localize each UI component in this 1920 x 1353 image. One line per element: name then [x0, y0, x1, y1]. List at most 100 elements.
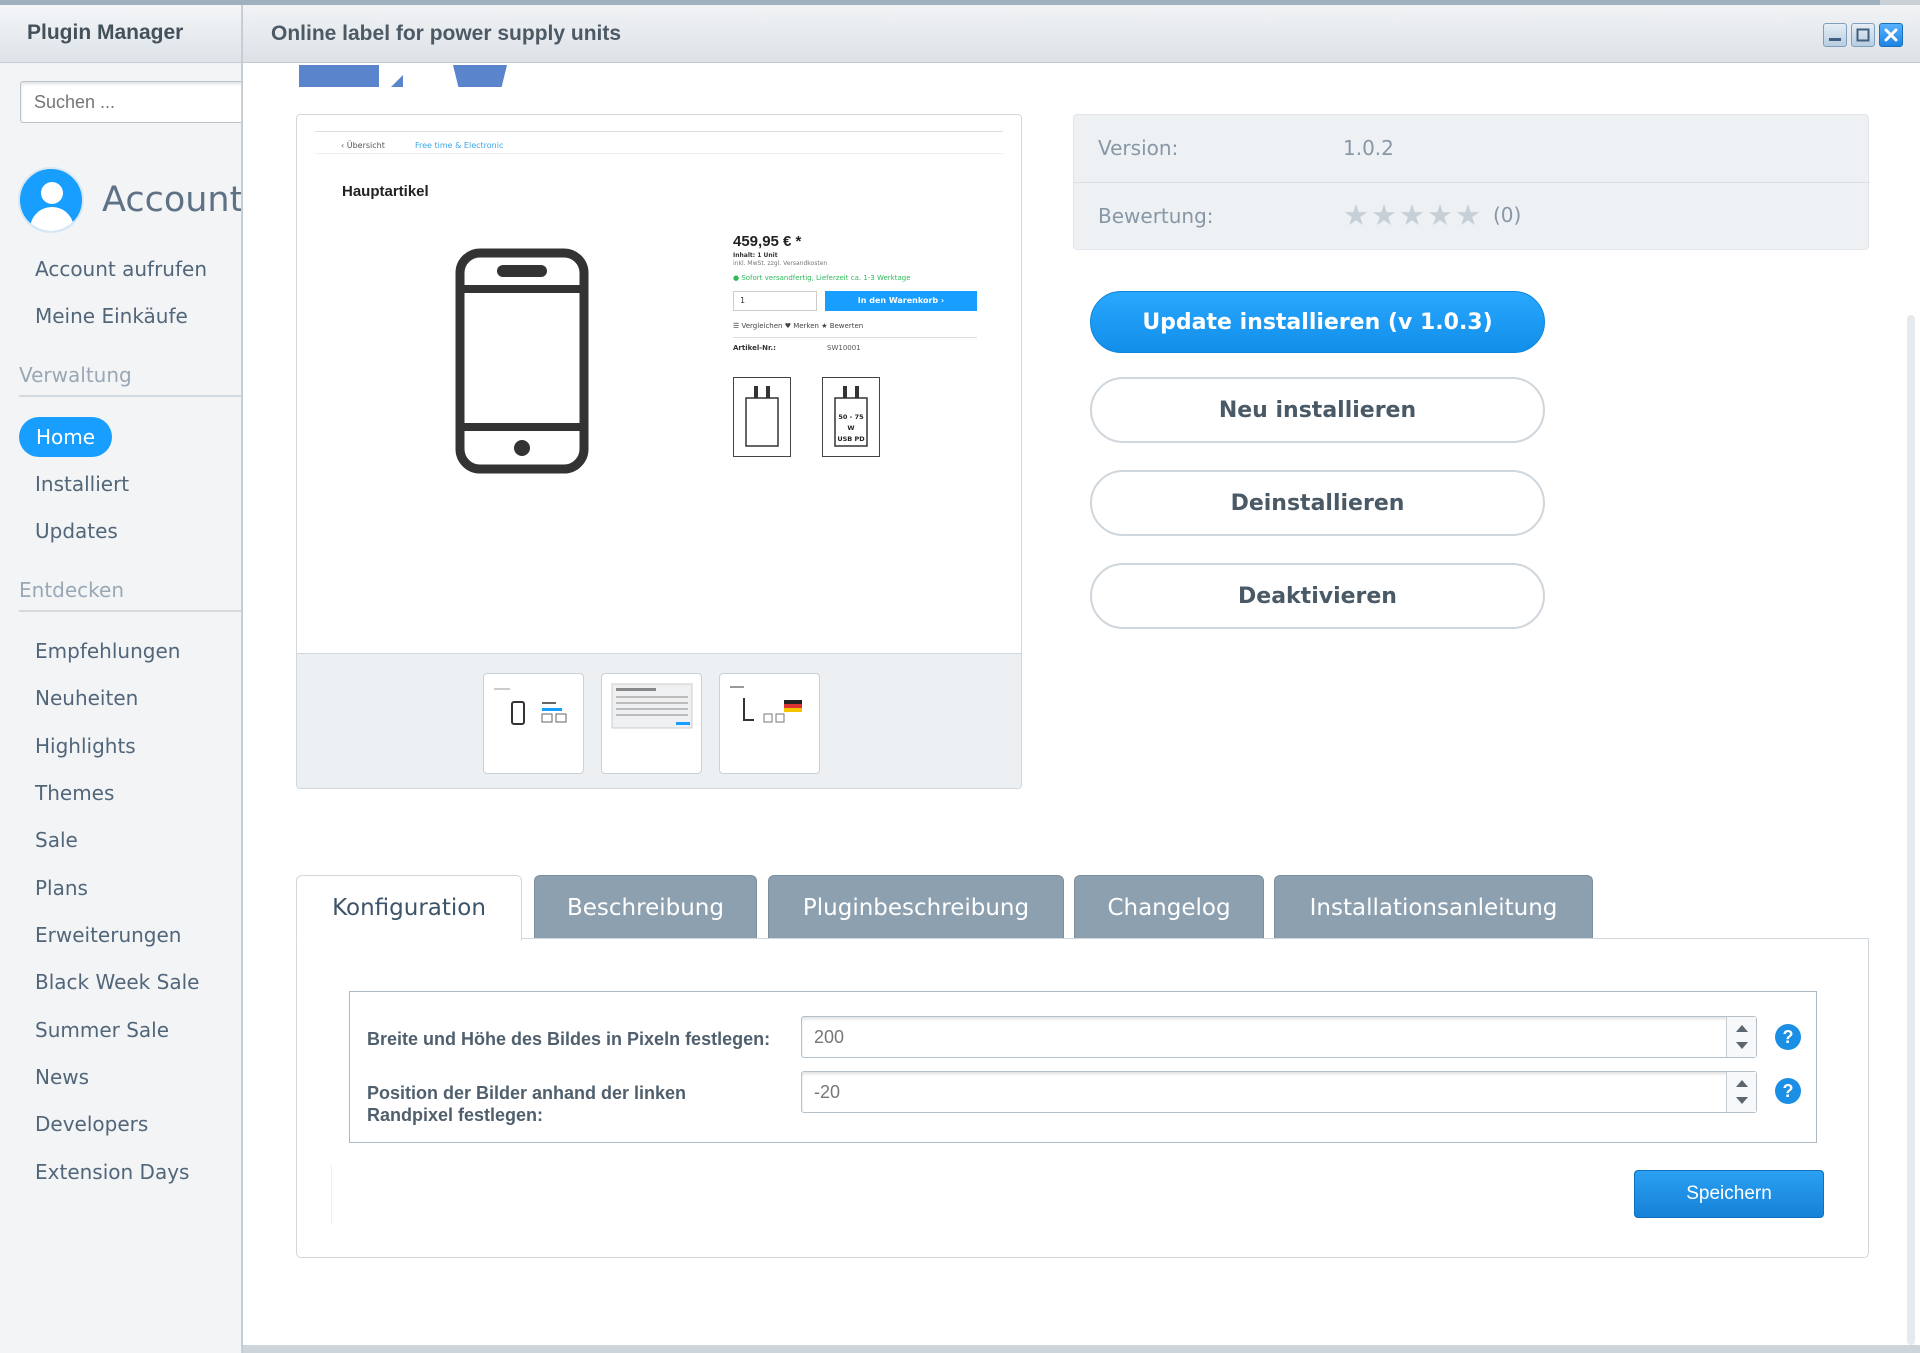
divider	[19, 610, 241, 612]
gallery-main-image[interactable]: ‹ Übersicht Free time & Electronic Haupt…	[297, 115, 1021, 653]
preview-delivery: ● Sofort versandfertig, Lieferzeit ca. 1…	[733, 274, 911, 282]
preview-breadcrumb: ‹ Übersicht	[341, 141, 385, 150]
nav-erweiterungen[interactable]: Erweiterungen	[35, 923, 181, 947]
nav-summer-sale[interactable]: Summer Sale	[35, 1018, 169, 1042]
preview-tax: inkl. MwSt. zzgl. Versandkosten	[733, 260, 828, 267]
nav-installiert[interactable]: Installiert	[35, 472, 129, 496]
nav-extension-days[interactable]: Extension Days	[35, 1160, 189, 1184]
account-title: Account	[102, 180, 242, 220]
divider	[19, 395, 241, 397]
nav-highlights[interactable]: Highlights	[35, 734, 136, 758]
maximize-icon	[1856, 28, 1870, 42]
star-icon: ★	[1427, 198, 1453, 232]
account-header[interactable]: Account	[18, 165, 242, 235]
star-icon: ★	[1455, 198, 1481, 232]
size-spinner[interactable]	[1726, 1017, 1756, 1057]
minimize-icon	[1829, 38, 1841, 41]
rating-count: (0)	[1493, 203, 1522, 227]
preview-cart-button: In den Warenkorb ›	[825, 291, 977, 311]
preview-price: 459,95 € *	[733, 233, 802, 250]
nav-developers[interactable]: Developers	[35, 1112, 148, 1136]
nav-meine-einkaeufe[interactable]: Meine Einkäufe	[35, 304, 188, 328]
tab-konfiguration[interactable]: Konfiguration	[296, 875, 522, 941]
nav-themes[interactable]: Themes	[35, 781, 114, 805]
nav-news[interactable]: News	[35, 1065, 89, 1089]
preview-article-label: Artikel-Nr.:	[733, 344, 776, 352]
thumbnail-1[interactable]	[483, 673, 584, 774]
nav-updates[interactable]: Updates	[35, 519, 118, 543]
version-label: Version:	[1098, 136, 1179, 160]
version-row: Version: 1.0.2	[1074, 115, 1870, 183]
rating-row: Bewertung: ★ ★ ★ ★ ★ (0)	[1074, 183, 1870, 251]
scrollbar[interactable]	[1907, 315, 1915, 1345]
rating-stars: ★ ★ ★ ★ ★ (0)	[1343, 200, 1521, 230]
help-icon[interactable]: ?	[1775, 1024, 1801, 1050]
section-entdecken: Entdecken	[19, 578, 124, 602]
search-input[interactable]	[20, 81, 241, 123]
thumbnail-2[interactable]	[601, 673, 702, 774]
help-icon[interactable]: ?	[1775, 1078, 1801, 1104]
header-image-fragment	[299, 65, 379, 87]
gallery-thumbnails	[297, 653, 1021, 788]
maximize-button[interactable]	[1851, 23, 1875, 47]
tab-pluginbeschreibung[interactable]: Pluginbeschreibung	[768, 875, 1064, 939]
charger-image	[733, 377, 791, 457]
thumbnail-image	[494, 688, 567, 725]
nav-neuheiten[interactable]: Neuheiten	[35, 686, 138, 710]
phone-icon	[455, 248, 589, 474]
star-icon: ★	[1399, 198, 1425, 232]
label-line3: USB PD	[837, 435, 865, 443]
nav-empfehlungen[interactable]: Empfehlungen	[35, 639, 180, 663]
tab-installationsanleitung[interactable]: Installationsanleitung	[1274, 875, 1593, 939]
nav-black-week-sale[interactable]: Black Week Sale	[35, 970, 199, 994]
preview-actions: ☰ Vergleichen ♥ Merken ★ Bewerten	[733, 322, 864, 330]
nav-sale[interactable]: Sale	[35, 828, 78, 852]
preview-content: Inhalt: 1 Unit	[733, 252, 778, 259]
save-button[interactable]: Speichern	[1634, 1170, 1824, 1218]
preview-breadcrumb-category: Free time & Electronic	[415, 141, 504, 150]
version-value: 1.0.2	[1343, 136, 1394, 160]
nav-account-aufrufen[interactable]: Account aufrufen	[35, 257, 207, 281]
avatar-icon	[18, 167, 84, 233]
plugin-info-panel: Version: 1.0.2 Bewertung: ★ ★ ★ ★ ★ (0)	[1073, 114, 1870, 251]
spin-down-icon[interactable]	[1736, 1042, 1748, 1049]
thumbnail-image	[730, 686, 802, 723]
spin-down-icon[interactable]	[1736, 1097, 1748, 1104]
close-button[interactable]	[1879, 23, 1903, 47]
header-image-fragment	[453, 65, 507, 87]
section-verwaltung: Verwaltung	[19, 363, 132, 387]
image-gallery: ‹ Übersicht Free time & Electronic Haupt…	[296, 114, 1022, 789]
field-position-label-line2: Randpixel festlegen:	[367, 1105, 544, 1125]
modal-title: Online label for power supply units	[271, 22, 622, 45]
position-spinner[interactable]	[1726, 1072, 1756, 1112]
size-input[interactable]	[802, 1017, 1712, 1057]
size-stepper[interactable]	[801, 1016, 1757, 1058]
header-image-fragment	[391, 75, 403, 87]
close-icon	[1884, 28, 1898, 42]
star-icon: ★	[1371, 198, 1397, 232]
plugin-detail-modal: Online label for power supply units ‹ Üb…	[242, 5, 1920, 1353]
sidebar-title: Plugin Manager	[0, 5, 241, 63]
preview-heading: Hauptartikel	[342, 183, 429, 200]
tab-beschreibung[interactable]: Beschreibung	[534, 875, 757, 939]
uninstall-button[interactable]: Deinstallieren	[1090, 470, 1545, 536]
tab-changelog[interactable]: Changelog	[1074, 875, 1264, 939]
field-size-label: Breite und Höhe des Bildes in Pixeln fes…	[367, 1029, 771, 1049]
bottom-strip	[243, 1345, 1920, 1353]
minimize-button[interactable]	[1823, 23, 1847, 47]
reinstall-button[interactable]: Neu installieren	[1090, 377, 1545, 443]
position-input[interactable]	[802, 1072, 1712, 1112]
nav-plans[interactable]: Plans	[35, 876, 88, 900]
rating-label: Bewertung:	[1098, 204, 1214, 228]
nav-home[interactable]: Home	[19, 417, 113, 457]
spin-up-icon[interactable]	[1736, 1080, 1748, 1087]
deactivate-button[interactable]: Deaktivieren	[1090, 563, 1545, 629]
position-stepper[interactable]	[801, 1071, 1757, 1113]
update-button[interactable]: Update installieren (v 1.0.3)	[1090, 291, 1545, 353]
star-icon: ★	[1343, 198, 1369, 232]
field-position-label-line1: Position der Bilder anhand der linken	[367, 1083, 687, 1103]
preview-qty: 1	[733, 291, 817, 311]
divider	[331, 1165, 332, 1225]
spin-up-icon[interactable]	[1736, 1025, 1748, 1032]
thumbnail-3[interactable]	[719, 673, 820, 774]
